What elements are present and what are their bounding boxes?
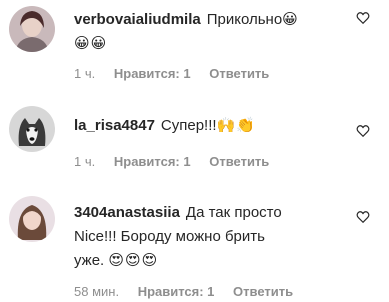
emoji: 😍😍😍 [108, 252, 159, 269]
comment-body: verbovaialiudmila Прикольно😀 😀😀 [74, 8, 344, 56]
comment-time: 1 ч. [74, 154, 96, 169]
heart-icon[interactable] [356, 124, 370, 138]
comment-text: Прикольно [206, 11, 283, 28]
likes-count[interactable]: Нравится: 1 [114, 66, 191, 81]
heart-icon[interactable] [356, 210, 370, 224]
comment-meta: 1 ч. Нравится: 1 Ответить [74, 66, 284, 81]
heart-icon[interactable] [356, 11, 370, 25]
avatar-3404anastasiia[interactable] [9, 196, 55, 242]
comment-text-line3: уже. [74, 252, 105, 269]
reply-button[interactable]: Ответить [209, 154, 269, 169]
reply-button[interactable]: Ответить [233, 284, 293, 299]
reply-button[interactable]: Ответить [209, 66, 269, 81]
comment-text: Да так просто [185, 204, 282, 221]
comment-text-line2: Nice!!! Бороду можно брить [74, 228, 265, 245]
avatar-la-risa4847[interactable] [9, 106, 55, 152]
comment-meta: 1 ч. Нравится: 1 Ответить [74, 154, 284, 169]
comment-text: Супер!!! [160, 117, 217, 134]
likes-count[interactable]: Нравится: 1 [138, 284, 215, 299]
comment-body: 3404anastasiia Да так просто Nice!!! Боро… [74, 201, 344, 273]
username[interactable]: la_risa4847 [74, 117, 155, 134]
emoji-line: 😀😀 [74, 35, 108, 52]
likes-count[interactable]: Нравится: 1 [114, 154, 191, 169]
emoji: 🙌👏 [216, 117, 256, 134]
emoji: 😀 [282, 11, 299, 28]
comment-meta: 58 мин. Нравится: 1 Ответить [74, 284, 308, 299]
comment-body: la_risa4847 Супер!!!🙌👏 [74, 114, 344, 138]
avatar-verbovaialiudmila[interactable] [9, 6, 55, 52]
username[interactable]: verbovaialiudmila [74, 11, 201, 28]
username[interactable]: 3404anastasiia [74, 204, 180, 221]
comment-time: 1 ч. [74, 66, 96, 81]
comment-time: 58 мин. [74, 284, 120, 299]
